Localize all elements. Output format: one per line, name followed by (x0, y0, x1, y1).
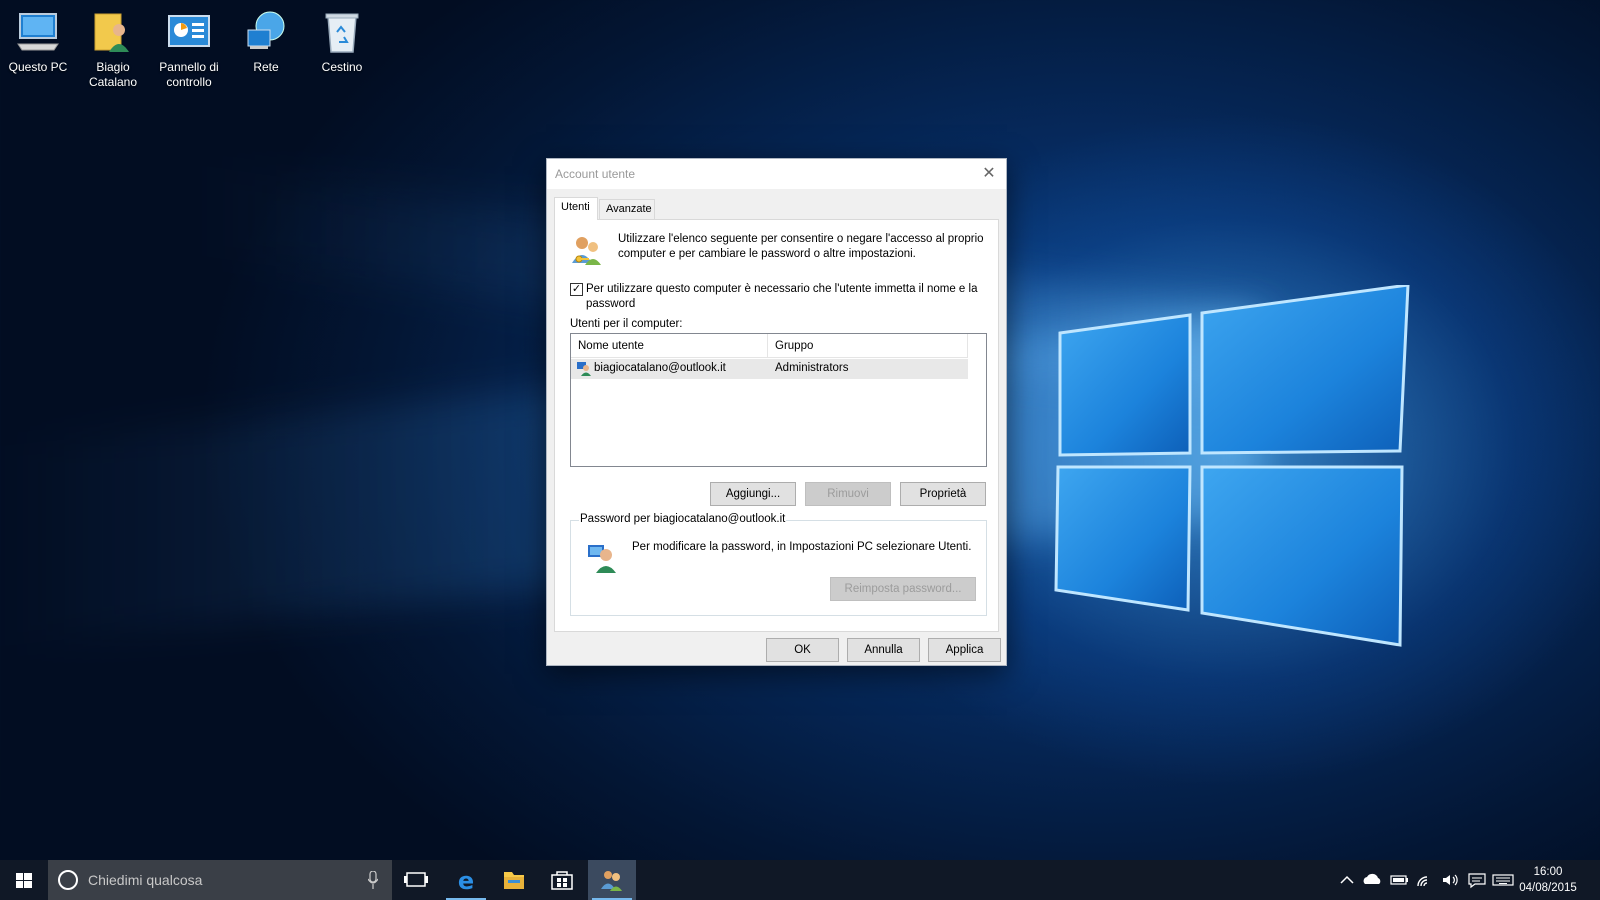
users-listview[interactable]: Nome utente Gruppo biagiocatalano@outloo… (570, 333, 987, 467)
clock-time: 16:00 (1533, 866, 1563, 878)
properties-button[interactable]: Proprietà (900, 482, 986, 506)
password-group-title: Password per biagiocatalano@outlook.it (579, 513, 787, 525)
table-row[interactable]: biagiocatalano@outlook.it Administrators (571, 359, 968, 379)
require-login-checkbox[interactable]: ✓ (570, 283, 583, 296)
svg-text:e: e (458, 867, 474, 895)
user-password-icon (586, 541, 620, 575)
windows-logo-wallpaper (1050, 283, 1430, 655)
remove-user-button[interactable]: Rimuovi (805, 482, 891, 506)
listview-header: Nome utente Gruppo (571, 334, 968, 358)
cortana-icon (58, 870, 78, 890)
action-center-icon[interactable] (1464, 860, 1490, 900)
desktop-icon-label: Questo PC (8, 60, 68, 74)
cancel-button[interactable]: Annulla (847, 638, 920, 662)
volume-icon[interactable] (1438, 860, 1464, 900)
battery-icon[interactable] (1386, 860, 1412, 900)
add-user-button[interactable]: Aggiungi... (710, 482, 796, 506)
password-group-text: Per modificare la password, in Impostazi… (632, 541, 972, 553)
desktop-icon-label: Pannello di controllo (159, 60, 219, 89)
desktop-icon-network[interactable]: Rete (229, 8, 303, 75)
desktop-icon-label: Cestino (321, 60, 363, 74)
file-explorer-icon[interactable] (490, 860, 538, 900)
intro-text: Utilizzare l'elenco seguente per consent… (618, 233, 984, 260)
recycle-bin-icon (318, 8, 366, 56)
user-folder-icon (89, 8, 137, 56)
desktop-icon-control-panel[interactable]: Pannello di controllo (152, 8, 226, 90)
users-list-label: Utenti per il computer: (570, 318, 683, 330)
password-group: Password per biagiocatalano@outlook.it P… (570, 513, 987, 616)
dialog-titlebar[interactable]: Account utente ✕ (547, 159, 1006, 189)
computer-icon (14, 8, 62, 56)
user-accounts-dialog: Account utente ✕ Utenti Avanzate Utilizz… (546, 158, 1007, 666)
apply-button[interactable]: Applica (928, 638, 1001, 662)
windows-start-icon (16, 873, 32, 888)
reset-password-button[interactable]: Reimposta password... (830, 577, 976, 601)
tab-advanced[interactable]: Avanzate (599, 199, 655, 219)
desktop-icon-this-pc[interactable]: Questo PC (1, 8, 75, 75)
desktop-icon-user-folder[interactable]: Biagio Catalano (76, 8, 150, 90)
show-hidden-icons-chevron-up-icon[interactable] (1334, 860, 1360, 900)
username-cell: biagiocatalano@outlook.it (594, 362, 726, 374)
column-header-username[interactable]: Nome utente (571, 334, 768, 358)
group-cell: Administrators (775, 362, 849, 374)
task-view-icon[interactable] (392, 860, 440, 900)
require-login-row: ✓ Per utilizzare questo computer è neces… (570, 282, 990, 312)
ok-button[interactable]: OK (766, 638, 839, 662)
user-accounts-icon (570, 233, 604, 267)
store-icon[interactable] (538, 860, 586, 900)
onedrive-icon[interactable] (1360, 860, 1386, 900)
tab-users[interactable]: Utenti (554, 197, 598, 220)
wifi-icon[interactable] (1412, 860, 1438, 900)
desktop-icon-recycle-bin[interactable]: Cestino (305, 8, 379, 75)
require-login-label[interactable]: Per utilizzare questo computer è necessa… (586, 282, 990, 312)
network-icon (242, 8, 290, 56)
dialog-title: Account utente (555, 167, 636, 181)
microphone-icon[interactable] (367, 870, 379, 889)
user-accounts-taskbar-icon[interactable] (588, 860, 636, 900)
start-button[interactable] (0, 860, 48, 900)
close-icon[interactable]: ✕ (978, 163, 1000, 185)
desktop-icon-label: Rete (253, 60, 279, 74)
users-tab-panel: Utilizzare l'elenco seguente per consent… (554, 219, 999, 632)
clock-date: 04/08/2015 (1519, 882, 1577, 894)
search-placeholder: Chiedimi qualcosa (88, 872, 203, 888)
column-header-group[interactable]: Gruppo (768, 334, 968, 358)
desktop-icon-label: Biagio Catalano (88, 60, 138, 89)
edge-icon[interactable]: e (442, 860, 490, 900)
control-panel-icon (165, 8, 213, 56)
taskbar-clock[interactable]: 16:00 04/08/2015 (1508, 864, 1588, 896)
search-box[interactable]: Chiedimi qualcosa (48, 860, 392, 900)
user-icon (577, 362, 591, 376)
taskbar: Chiedimi qualcosa e 16:00 04/08/2015 (0, 860, 1600, 900)
